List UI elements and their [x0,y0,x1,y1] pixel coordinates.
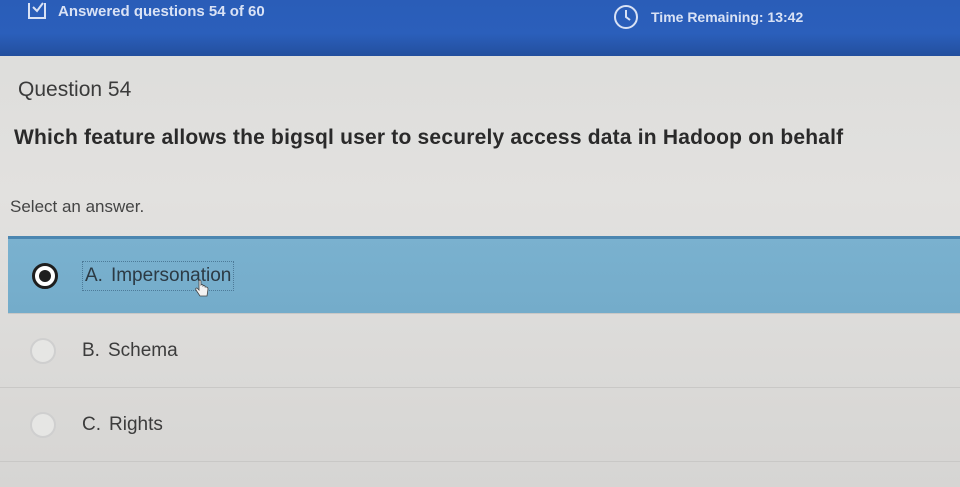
answer-text: Schema [107,339,178,361]
answer-label[interactable]: B. Schema [80,337,180,365]
radio-unselected[interactable] [30,411,56,438]
answer-text: Rights [109,413,163,435]
radio-unselected[interactable] [30,337,56,364]
answer-option-b[interactable]: B. Schema [0,314,960,388]
clock-icon [614,5,638,29]
answer-list: A. Impersonation B. Schema C. Rights [0,236,960,462]
time-remaining-text: Time Remaining: 13:42 [651,9,804,25]
question-text: Which feature allows the bigsql user to … [14,126,844,149]
hand-cursor-icon [195,279,209,297]
answered-questions-text: Answered questions 54 of 60 [58,2,265,20]
answer-text: Impersonation [110,265,232,286]
answer-label[interactable]: C. Rights [80,411,165,439]
answer-letter: A. [85,265,103,286]
timer: Time Remaining: 13:42 [613,4,803,30]
checkbox-icon [28,2,46,19]
answer-letter: C. [82,413,101,435]
question-title: Question 54 [18,78,132,101]
exam-page: Answered questions 54 of 60 Time Remaini… [0,0,960,487]
answer-option-a[interactable]: A. Impersonation [8,236,960,314]
answer-letter: B. [82,339,100,361]
radio-selected[interactable] [32,263,58,289]
answer-instruction: Select an answer. [10,197,145,216]
answer-label[interactable]: A. Impersonation [82,261,235,291]
exam-header: Answered questions 54 of 60 Time Remaini… [0,0,960,56]
answer-option-c[interactable]: C. Rights [0,388,960,462]
answered-status: Answered questions 54 of 60 [28,0,265,22]
